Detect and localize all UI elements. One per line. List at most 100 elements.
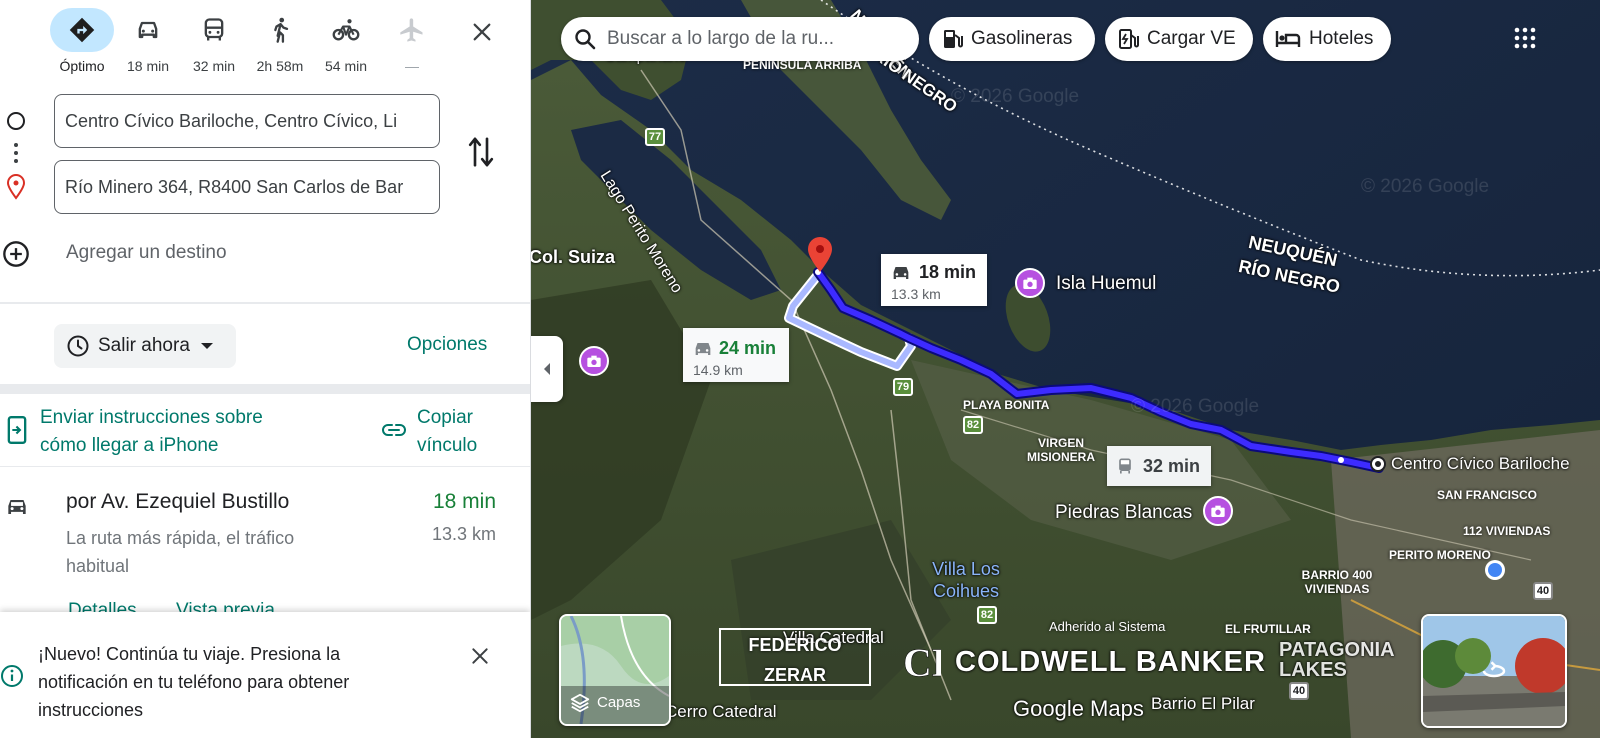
label-col-suiza: Col. Suiza bbox=[531, 247, 616, 267]
route-options-link[interactable]: Opciones bbox=[407, 334, 487, 356]
google-apps-button[interactable] bbox=[1507, 20, 1543, 56]
walking-icon bbox=[248, 8, 312, 52]
add-circle-icon bbox=[3, 241, 29, 267]
coldwell-logo-icon: CB bbox=[903, 638, 959, 686]
directions-icon bbox=[50, 8, 114, 52]
swap-waypoints-button[interactable] bbox=[466, 134, 496, 175]
label-coldwell-banker: COLDWELL BANKER bbox=[955, 646, 1266, 678]
street-view-thumbnail[interactable] bbox=[1421, 614, 1567, 728]
route-callout-primary[interactable]: 18 min 13.3 km bbox=[881, 254, 987, 306]
bicycle-icon bbox=[314, 8, 378, 52]
chip-gas-label: Gasolineras bbox=[971, 28, 1073, 49]
car-icon bbox=[116, 8, 180, 52]
ev-charger-icon bbox=[1119, 29, 1139, 49]
map-canvas[interactable]: © 2026 Google © 2026 Google © 2026 Googl… bbox=[531, 0, 1600, 738]
chip-ev-charging[interactable]: Cargar VE bbox=[1105, 17, 1253, 61]
collapse-panel-button[interactable] bbox=[531, 336, 563, 402]
mode-transit-label: 32 min bbox=[192, 58, 236, 74]
route-callout-transit[interactable]: 32 min bbox=[1107, 446, 1211, 486]
mode-driving-button[interactable]: 18 min bbox=[114, 8, 182, 74]
destination-input[interactable]: Río Minero 364, R8400 San Carlos de Bar bbox=[54, 160, 440, 214]
copy-link-button[interactable]: Copiar vínculo bbox=[380, 396, 520, 462]
layers-label: Capas bbox=[597, 694, 641, 711]
label-perito-moreno: PERITO MORENO bbox=[1389, 548, 1491, 562]
mode-walking-label: 2h 58m bbox=[256, 58, 304, 74]
callout-primary-time: 18 min bbox=[919, 262, 977, 282]
apps-grid-icon bbox=[1514, 27, 1536, 49]
search-placeholder: Buscar a lo largo de la ru... bbox=[607, 28, 835, 49]
callout-transit-time: 32 min bbox=[1143, 456, 1201, 476]
divider bbox=[0, 466, 530, 467]
bus-icon bbox=[1119, 458, 1131, 474]
route-callout-alternate[interactable]: 24 min 14.9 km bbox=[683, 328, 789, 382]
close-notification-button[interactable] bbox=[464, 640, 496, 672]
route-82-badge: 82 bbox=[977, 606, 997, 624]
depart-time-label: Salir ahora bbox=[98, 335, 190, 356]
mode-driving-label: 18 min bbox=[126, 58, 170, 74]
info-icon bbox=[1, 665, 23, 687]
close-directions-button[interactable] bbox=[464, 14, 500, 50]
mode-transit-button[interactable]: 32 min bbox=[180, 8, 248, 74]
clock-icon bbox=[67, 335, 89, 357]
label-playa-bonita: PLAYA BONITA bbox=[963, 398, 1050, 412]
label-san-francisco: SAN FRANCISCO bbox=[1437, 488, 1538, 502]
directions-panel: Óptimo 18 min 32 min 2h 58m 54 min — Cen… bbox=[0, 0, 531, 738]
route-79-badge: 79 bbox=[893, 378, 913, 396]
send-to-phone-line1: Enviar instrucciones sobre bbox=[40, 407, 263, 428]
camera-icon[interactable] bbox=[579, 346, 609, 376]
route-distance: 13.3 km bbox=[431, 524, 496, 544]
route-title: por Av. Ezequiel Bustillo bbox=[66, 490, 290, 513]
chip-ev-label: Cargar VE bbox=[1147, 28, 1236, 49]
divider bbox=[0, 384, 530, 394]
origin-input[interactable]: Centro Cívico Bariloche, Centro Cívico, … bbox=[54, 94, 440, 148]
label-piedras-blancas[interactable]: Piedras Blancas bbox=[1055, 502, 1192, 524]
depart-time-dropdown[interactable]: Salir ahora bbox=[54, 324, 236, 368]
mode-best-label: Óptimo bbox=[59, 58, 105, 74]
route-duration: 18 min bbox=[432, 490, 496, 513]
close-icon bbox=[473, 23, 491, 41]
airplane-icon bbox=[380, 8, 444, 52]
send-to-phone-button[interactable]: Enviar instrucciones sobre cómo llegar a… bbox=[0, 396, 370, 462]
map-watermark: © 2026 Google bbox=[1361, 176, 1490, 197]
label-centro-civico[interactable]: Centro Cívico Bariloche bbox=[1391, 454, 1570, 474]
map-watermark: © 2026 Google bbox=[1131, 396, 1260, 417]
map-watermark: © 2026 Google bbox=[951, 86, 1080, 107]
label-barrio-400: BARRIO 400 VIVIENDAS bbox=[1301, 568, 1373, 596]
mode-best-button[interactable]: Óptimo bbox=[48, 8, 116, 74]
close-icon bbox=[472, 648, 488, 664]
send-to-device-icon bbox=[7, 416, 27, 444]
send-to-phone-line2: cómo llegar a iPhone bbox=[40, 435, 219, 456]
layers-button[interactable]: Capas bbox=[559, 614, 671, 726]
chip-hotels-label: Hoteles bbox=[1309, 28, 1374, 49]
route-82-badge: 82 bbox=[963, 416, 983, 434]
label-patagonia-lakes: PATAGONIA LAKES bbox=[1279, 639, 1394, 681]
car-icon bbox=[893, 267, 909, 279]
label-el-frutillar: EL FRUTILLAR bbox=[1225, 622, 1311, 636]
svg-text:CB: CB bbox=[903, 640, 941, 685]
rotate-360-icon bbox=[1482, 661, 1506, 678]
mode-walking-button[interactable]: 2h 58m bbox=[246, 8, 314, 74]
waypoint-connector-icon bbox=[6, 112, 26, 200]
route-description: La ruta más rápida, el tráfico habitual bbox=[66, 528, 295, 576]
label-virgen-misionera: VIRGEN MISIONERA bbox=[1026, 436, 1095, 464]
route-40-badge: 40 bbox=[1533, 582, 1553, 600]
layers-icon bbox=[570, 693, 590, 713]
mode-cycling-label: 54 min bbox=[324, 58, 368, 74]
mode-flight-label: — bbox=[405, 58, 419, 74]
chip-gas-stations[interactable]: Gasolineras bbox=[929, 17, 1095, 61]
chip-hotels[interactable]: Hoteles bbox=[1263, 17, 1391, 61]
camera-icon[interactable] bbox=[1203, 496, 1233, 526]
mode-cycling-button[interactable]: 54 min bbox=[312, 8, 380, 74]
label-adherido: Adherido al Sistema bbox=[1049, 619, 1166, 634]
copy-link-line2: vínculo bbox=[417, 435, 478, 456]
label-isla-huemul[interactable]: Isla Huemul bbox=[1056, 273, 1156, 295]
add-destination-row[interactable]: Agregar un destino bbox=[0, 234, 530, 274]
add-destination-label: Agregar un destino bbox=[66, 242, 227, 263]
car-icon bbox=[695, 343, 711, 355]
bus-icon bbox=[182, 8, 246, 52]
google-maps-logo: Google Maps bbox=[1013, 696, 1144, 721]
search-along-route-input[interactable]: Buscar a lo largo de la ru... bbox=[561, 17, 919, 61]
camera-icon[interactable] bbox=[1015, 268, 1045, 298]
label-federico-zerar: FEDERICO ZERAR bbox=[719, 628, 871, 686]
chevron-left-icon bbox=[544, 363, 550, 375]
